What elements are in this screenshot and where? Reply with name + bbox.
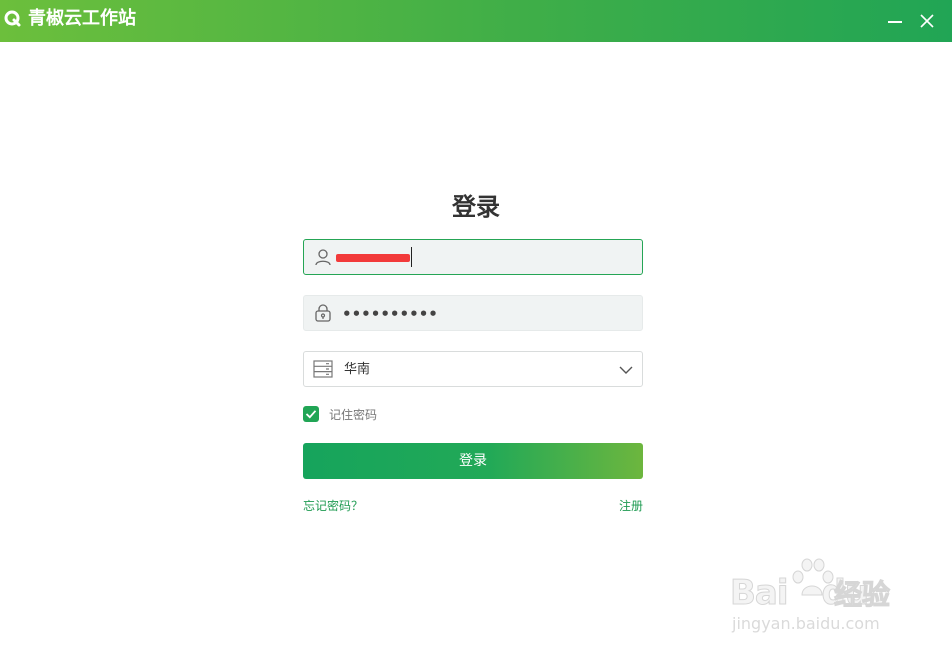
password-value: •••••••••• [342,305,438,323]
user-icon [315,249,331,266]
login-heading: 登录 [452,193,500,221]
watermark-url: jingyan.baidu.com [732,614,880,633]
remember-checkbox[interactable] [303,406,319,422]
check-icon [305,410,317,419]
minimize-button[interactable] [880,6,910,36]
baidu-watermark: Bai du 经验 jingyan.baidu.com [730,555,905,640]
login-button[interactable]: 登录 [303,443,643,479]
username-input[interactable] [303,239,643,275]
chevron-down-icon [619,366,633,374]
watermark-cn: 经验 [833,578,891,611]
title-bar: 青椒云工作站 [0,0,952,42]
q-logo-icon [4,10,21,27]
minimize-icon [888,21,902,23]
window-title: 青椒云工作站 [28,8,136,29]
close-button[interactable] [912,6,942,36]
region-select[interactable]: 华南 [303,351,643,387]
password-input[interactable]: •••••••••• [303,295,643,331]
redacted-username [336,254,410,262]
forgot-password-link[interactable]: 忘记密码？ [303,497,363,515]
register-link[interactable]: 注册 [619,497,643,515]
lock-icon [315,304,331,322]
server-icon [313,360,333,378]
close-icon [920,14,934,28]
text-cursor [411,247,412,267]
remember-label: 记住密码 [329,408,378,422]
region-value: 华南 [344,362,371,377]
